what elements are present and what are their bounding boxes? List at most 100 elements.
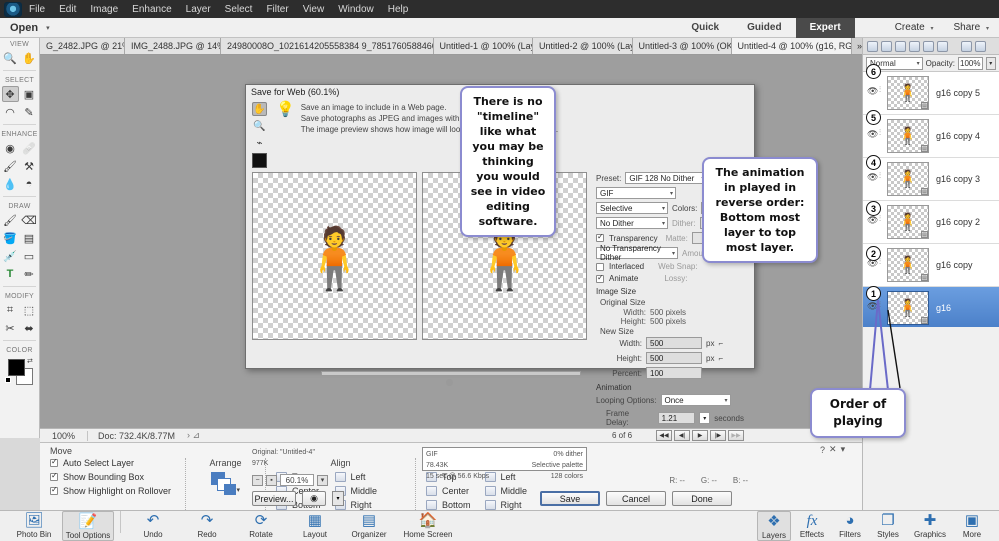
layout-button[interactable]: ▦ Layout — [289, 511, 341, 540]
open-dropdown-caret-icon[interactable]: ▾ — [46, 24, 50, 32]
visibility-eye-icon[interactable]: 👁 — [867, 215, 878, 226]
graphics-button[interactable]: ✚ Graphics — [909, 511, 951, 540]
zoom-tool-icon[interactable]: 🔍 — [252, 119, 267, 133]
home-screen-button[interactable]: 🏠 Home Screen — [397, 511, 459, 540]
cookie-cutter-tool-icon[interactable]: ⬚ — [21, 302, 38, 318]
zoom-caret-icon[interactable]: ▾ — [317, 474, 328, 486]
layer-row-g16[interactable]: 👁 ⫶ 🧍 ▤ g16 — [863, 287, 999, 327]
menu-select[interactable]: Select — [218, 2, 260, 17]
next-frame-button[interactable]: |▶ — [710, 430, 726, 441]
menu-enhance[interactable]: Enhance — [125, 2, 178, 17]
rotate-button[interactable]: ⟳ Rotate — [235, 511, 287, 540]
redo-button[interactable]: ↷ Redo — [181, 511, 233, 540]
create-button[interactable]: Create ▾ — [885, 18, 944, 37]
dither-algorithm-select[interactable]: No Dither ▾ — [596, 217, 668, 229]
delete-layer-icon[interactable] — [961, 40, 972, 52]
browser-caret-icon[interactable]: ▾ — [332, 491, 344, 506]
layer-list[interactable]: 👁 ⫶ 🧍 ▤ g16 copy 5 👁 ⫶ 🧍 ▤ g16 copy 4 👁 … — [863, 72, 999, 327]
transparency-checkbox[interactable]: Transparency — [596, 232, 658, 243]
marquee-tool-icon[interactable]: ▣ — [21, 86, 38, 102]
menu-help[interactable]: Help — [381, 2, 416, 17]
menu-file[interactable]: File — [22, 2, 52, 17]
doc-tab-5[interactable]: Untitled-3 @ 100% (OK c... × — [632, 38, 732, 54]
show-highlight-on-rollover-checkbox[interactable]: Show Highlight on Rollover — [50, 485, 185, 496]
transparency-dither-select[interactable]: No Transparency Dither ▾ — [596, 244, 678, 262]
dialog-zoom-field[interactable]: 60.1% — [280, 474, 314, 486]
styles-button[interactable]: ❐ Styles — [871, 511, 905, 540]
doc-tab-6[interactable]: Untitled-4 @ 100% (g16, RGB/8) * × — [731, 38, 852, 54]
color-reduction-select[interactable]: Selective ▾ — [596, 202, 668, 214]
type-tool-icon[interactable]: T — [2, 266, 19, 282]
new-width-input[interactable]: 500 — [646, 337, 702, 349]
more-button[interactable]: ▣ More — [955, 511, 989, 540]
new-group-icon[interactable] — [881, 40, 892, 52]
blur-tool-icon[interactable]: 💧 — [2, 176, 19, 192]
tab-guided[interactable]: Guided — [733, 18, 795, 38]
paint-bucket-tool-icon[interactable]: 🪣 — [2, 230, 19, 246]
animate-checkbox[interactable]: Animate — [596, 273, 638, 283]
eyedropper-tool-icon[interactable]: ⌁ — [252, 136, 267, 150]
status-arrows-icon[interactable]: › ⊿ — [187, 430, 200, 441]
sponge-tool-icon[interactable]: ◓ — [21, 176, 38, 192]
zoom-tool-icon[interactable]: 🔍 — [2, 50, 19, 66]
constrain-proportions-icon[interactable]: ⌐ — [718, 354, 723, 363]
move-tool-icon[interactable]: ✥ — [1, 86, 19, 102]
layer-row-g16-copy[interactable]: 👁 ⫶ 🧍 ▤ g16 copy — [863, 244, 999, 287]
preset-select[interactable]: GIF 128 No Dither ▾ — [625, 172, 708, 184]
tool-options-button[interactable]: 📝 Tool Options — [62, 511, 114, 541]
hand-tool-icon[interactable]: ✋ — [21, 50, 38, 66]
arrange-icon[interactable]: ▾ — [210, 472, 241, 498]
pencil-tool-icon[interactable]: ✏ — [21, 266, 38, 282]
open-button[interactable]: Open — [10, 22, 38, 34]
layer-row-g16-copy-5[interactable]: 👁 ⫶ 🧍 ▤ g16 copy 5 — [863, 72, 999, 115]
menu-edit[interactable]: Edit — [52, 2, 83, 17]
eraser-tool-icon[interactable]: ⌫ — [21, 212, 38, 228]
help-icon[interactable]: ? — [820, 445, 825, 455]
cancel-button[interactable]: Cancel — [606, 491, 666, 506]
tab-expert[interactable]: Expert — [795, 17, 855, 38]
shape-tool-icon[interactable]: ▭ — [21, 248, 38, 264]
zoom-in-button[interactable]: ▪ — [266, 474, 277, 486]
save-button[interactable]: Save — [540, 491, 600, 506]
dialog-horizontal-scrollbar[interactable] — [321, 371, 581, 376]
percent-input[interactable]: 100 — [646, 367, 702, 379]
opacity-input[interactable]: 100% — [958, 56, 983, 70]
visibility-eye-icon[interactable]: 👁 — [867, 86, 878, 97]
doc-tab-2[interactable]: 24980008O_1021614205558384 9_78517605884… — [221, 38, 434, 54]
swap-colors-icon[interactable]: ⇄ — [27, 357, 33, 365]
panel-caret-icon[interactable]: ▾ — [841, 444, 846, 455]
constrain-proportions-icon[interactable]: ⌐ — [718, 339, 723, 348]
effects-button[interactable]: fx Effects — [795, 511, 829, 539]
share-button[interactable]: Share ▾ — [944, 18, 999, 37]
layer-row-g16-copy-2[interactable]: 👁 ⫶ 🧍 ▤ g16 copy 2 — [863, 201, 999, 244]
new-layer-icon[interactable] — [867, 40, 878, 52]
hand-tool-icon[interactable]: ✋ — [252, 102, 267, 116]
layer-row-g16-copy-3[interactable]: 👁 ⫶ 🧍 ▤ g16 copy 3 — [863, 158, 999, 201]
dialog-resize-handle[interactable] — [446, 379, 453, 386]
link-icon[interactable]: ⫶ — [879, 85, 881, 95]
panel-close-icon[interactable]: ✕ — [829, 444, 837, 455]
opacity-caret-icon[interactable]: ▾ — [985, 56, 996, 70]
first-frame-button[interactable]: ◀◀ — [656, 430, 672, 441]
eyedropper-tool-icon[interactable]: 💉 — [2, 248, 19, 264]
tab-quick[interactable]: Quick — [677, 18, 733, 38]
doc-tab-0[interactable]: G_2482.JPG @ 21% (... × — [40, 38, 125, 54]
arrange-caret-icon[interactable]: ▾ — [237, 486, 241, 494]
menu-image[interactable]: Image — [83, 2, 125, 17]
quick-selection-tool-icon[interactable]: ✎ — [21, 104, 38, 120]
visibility-eye-icon[interactable]: 👁 — [867, 129, 878, 140]
frame-delay-caret-icon[interactable]: ▾ — [699, 412, 711, 424]
browser-select-icon[interactable]: ◉ — [302, 491, 326, 506]
last-frame-button[interactable]: ▶▶ — [728, 430, 744, 441]
lasso-tool-icon[interactable]: ◠ — [2, 104, 19, 120]
default-colors-icon[interactable] — [5, 377, 11, 383]
smart-brush-tool-icon[interactable]: 🖌 — [2, 158, 19, 174]
layer-mask-icon[interactable] — [909, 40, 920, 52]
layers-button[interactable]: ❖ Layers — [757, 511, 791, 541]
gradient-tool-icon[interactable]: ▤ — [21, 230, 38, 246]
undo-button[interactable]: ↶ Undo — [127, 511, 179, 540]
preview-button[interactable]: Preview... — [252, 491, 296, 506]
adjustment-layer-icon[interactable] — [895, 40, 906, 52]
menu-window[interactable]: Window — [331, 2, 381, 17]
clone-stamp-tool-icon[interactable]: ⚒ — [21, 158, 38, 174]
